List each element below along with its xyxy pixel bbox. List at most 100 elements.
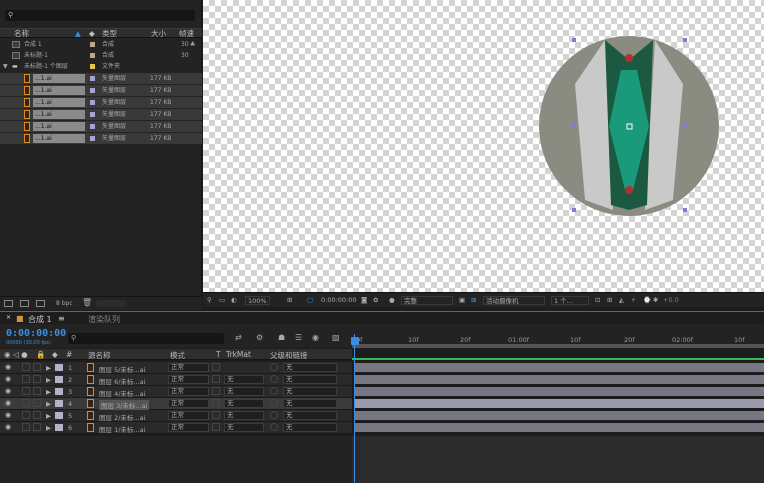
layer-duration-bar[interactable] (354, 363, 764, 372)
pickwhip-icon[interactable] (270, 387, 278, 395)
trkmat-select[interactable]: 无 (224, 375, 264, 384)
eye-icon[interactable]: ◉ (5, 399, 11, 407)
column-name[interactable]: 名称 (14, 29, 29, 38)
timeline-icon[interactable]: ⌚ (643, 296, 651, 304)
composition-viewer[interactable] (203, 0, 764, 292)
graph-editor-icon[interactable]: ▨ (332, 333, 340, 342)
timecode-display[interactable]: 0:00:00:00 (321, 296, 357, 304)
mode-select[interactable]: 正常 (168, 387, 209, 396)
label-swatch[interactable] (90, 76, 95, 81)
label-swatch[interactable] (55, 388, 63, 395)
playhead-line[interactable] (354, 334, 355, 483)
solo-toggle[interactable] (22, 423, 30, 431)
safe-zones-icon[interactable]: ⊞ (287, 296, 292, 304)
parent-select[interactable]: 无 (283, 411, 337, 420)
frame-blending-icon[interactable]: ☰ (295, 333, 302, 342)
3d-icon[interactable]: ◭ (619, 296, 624, 304)
preserve-transparency-toggle[interactable] (212, 411, 220, 419)
views-select[interactable]: 1 个... (551, 296, 589, 305)
layer-name[interactable]: 图层 1/未标...ai (99, 424, 145, 434)
label-swatch[interactable] (90, 136, 95, 141)
view-options-icon[interactable]: ⊡ (595, 296, 600, 304)
expand-arrow-icon[interactable]: ▶ (46, 376, 51, 384)
parent-select[interactable]: 无 (283, 363, 337, 372)
eye-icon[interactable]: ◉ (5, 423, 11, 431)
expand-arrow-icon[interactable]: ▶ (46, 364, 51, 372)
expand-arrow-icon[interactable]: ▶ (46, 412, 51, 420)
parent-select[interactable]: 无 (283, 387, 337, 396)
project-item[interactable]: ...1.ai 矢量图层 177 KB (0, 121, 202, 132)
parent-select[interactable]: 无 (283, 399, 337, 408)
column-type[interactable]: 类型 (102, 29, 117, 38)
preserve-transparency-toggle[interactable] (212, 363, 220, 371)
layer-name[interactable]: 图层 3/未标...ai (99, 400, 150, 410)
expand-arrow-icon[interactable]: ▶ (46, 400, 51, 408)
label-swatch[interactable] (55, 424, 63, 431)
monitor-icon[interactable]: ▭ (219, 296, 225, 304)
eye-icon[interactable]: ◉ (5, 387, 11, 395)
fast-preview-icon[interactable]: ⚡ (631, 296, 636, 304)
layer-name[interactable]: 图层 2/未标...ai (99, 412, 145, 422)
project-item[interactable]: ...1.ai 矢量图层 177 KB (0, 109, 202, 120)
show-snapshot-icon[interactable]: ✿ (373, 296, 378, 304)
lock-toggle[interactable] (33, 375, 41, 383)
preserve-transparency-toggle[interactable] (212, 399, 220, 407)
layer-duration-bar[interactable] (354, 423, 764, 432)
preserve-transparency-toggle[interactable] (212, 375, 220, 383)
label-swatch[interactable] (90, 64, 95, 69)
playhead-handle[interactable] (351, 337, 359, 345)
column-parent[interactable]: 父级和链接 (270, 350, 308, 361)
zoom-select[interactable]: 100% (245, 296, 270, 305)
region-icon[interactable]: ▢ (307, 296, 313, 304)
lock-toggle[interactable] (33, 399, 41, 407)
magnifier-icon[interactable]: ⚲ (207, 296, 212, 304)
expand-arrow-icon[interactable]: ▶ (46, 388, 51, 396)
column-trkmat[interactable]: TrkMat (226, 350, 251, 359)
lock-toggle[interactable] (33, 387, 41, 395)
motion-blur-icon[interactable]: ◉ (312, 333, 319, 342)
pickwhip-icon[interactable] (270, 375, 278, 383)
color-channel-icon[interactable]: ● (389, 296, 395, 304)
layer-row[interactable]: ◉ ▶ 5 图层 2/未标...ai 正常 无 无 (0, 410, 764, 422)
label-swatch[interactable] (55, 364, 63, 371)
mask-icon[interactable]: ◐ (231, 296, 237, 304)
project-item[interactable]: 未标题-1 合成 30 (0, 50, 202, 61)
project-item[interactable]: 合成 1 合成 30 ♣ (0, 39, 202, 50)
camera-snapshot-icon[interactable]: ◙ (361, 296, 367, 304)
layer-row[interactable]: ◉ ▶ 2 图层 6/未标...ai 正常 无 无 (0, 374, 764, 386)
transparency-grid-icon[interactable]: ⊠ (471, 296, 476, 304)
camera-select[interactable]: 活动摄像机 (483, 296, 545, 305)
layer-row[interactable]: ◉ ▶ 1 图层 5/未标...ai 正常 无 (0, 362, 764, 374)
pickwhip-icon[interactable] (270, 423, 278, 431)
thumbnail-slider[interactable] (96, 300, 126, 307)
layer-duration-bar[interactable] (354, 387, 764, 396)
trkmat-select[interactable]: 无 (224, 399, 264, 408)
label-swatch[interactable] (90, 88, 95, 93)
solo-toggle[interactable] (22, 387, 30, 395)
trkmat-select[interactable]: 无 (224, 423, 264, 432)
label-swatch[interactable] (90, 112, 95, 117)
mode-select[interactable]: 正常 (168, 423, 209, 432)
preserve-transparency-toggle[interactable] (212, 387, 220, 395)
label-swatch[interactable] (55, 376, 63, 383)
exposure-value[interactable]: +0.0 (663, 296, 679, 304)
mode-select[interactable]: 正常 (168, 411, 209, 420)
tab-menu-icon[interactable]: ≡ (58, 314, 65, 323)
pickwhip-icon[interactable] (270, 411, 278, 419)
solo-toggle[interactable] (22, 363, 30, 371)
mode-select[interactable]: 正常 (168, 375, 209, 384)
draft-3d-icon[interactable]: ⚙ (256, 333, 263, 342)
disclosure-triangle-icon[interactable]: ▼ (3, 61, 8, 72)
label-swatch[interactable] (55, 400, 63, 407)
current-time[interactable]: 0:00:00:00 (6, 328, 66, 339)
layer-duration-bar[interactable] (354, 375, 764, 384)
trkmat-select[interactable]: 无 (224, 411, 264, 420)
project-folder[interactable]: ▼ ▬ 未标题-1 个图层 文件夹 (0, 61, 202, 72)
label-swatch[interactable] (55, 412, 63, 419)
preserve-transparency-toggle[interactable] (212, 423, 220, 431)
project-search-input[interactable]: ⚲ (5, 10, 195, 21)
column-frame-rate[interactable]: 帧速 (179, 29, 194, 38)
layer-duration-bar[interactable] (354, 411, 764, 420)
column-size[interactable]: 大小 (151, 29, 166, 38)
new-composition-icon[interactable] (36, 300, 45, 307)
